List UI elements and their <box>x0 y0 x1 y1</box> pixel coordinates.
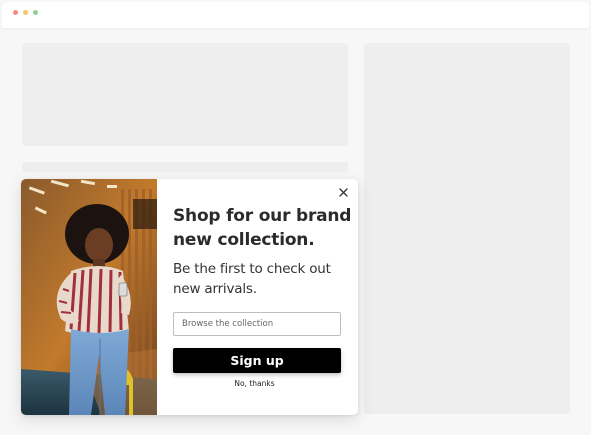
collection-input[interactable] <box>173 312 341 336</box>
window-close-dot[interactable] <box>13 10 18 15</box>
content-placeholder-block <box>22 43 348 146</box>
no-thanks-link[interactable]: No, thanks <box>173 379 336 388</box>
window-minimize-dot[interactable] <box>23 10 28 15</box>
window-maximize-dot[interactable] <box>33 10 38 15</box>
signup-popup: Shop for our brand new collection. Be th… <box>21 179 358 415</box>
popup-headline: Shop for our brand new collection. <box>173 206 352 250</box>
sidebar-placeholder-block <box>364 43 570 414</box>
woman-holding-phone-photo <box>21 179 157 415</box>
browser-window-bar <box>2 2 589 28</box>
signup-button[interactable]: Sign up <box>173 348 341 373</box>
close-icon[interactable] <box>337 186 350 199</box>
content-placeholder-strip <box>22 162 348 172</box>
popup-subtext: Be the first to check out new arrivals. <box>173 261 331 297</box>
